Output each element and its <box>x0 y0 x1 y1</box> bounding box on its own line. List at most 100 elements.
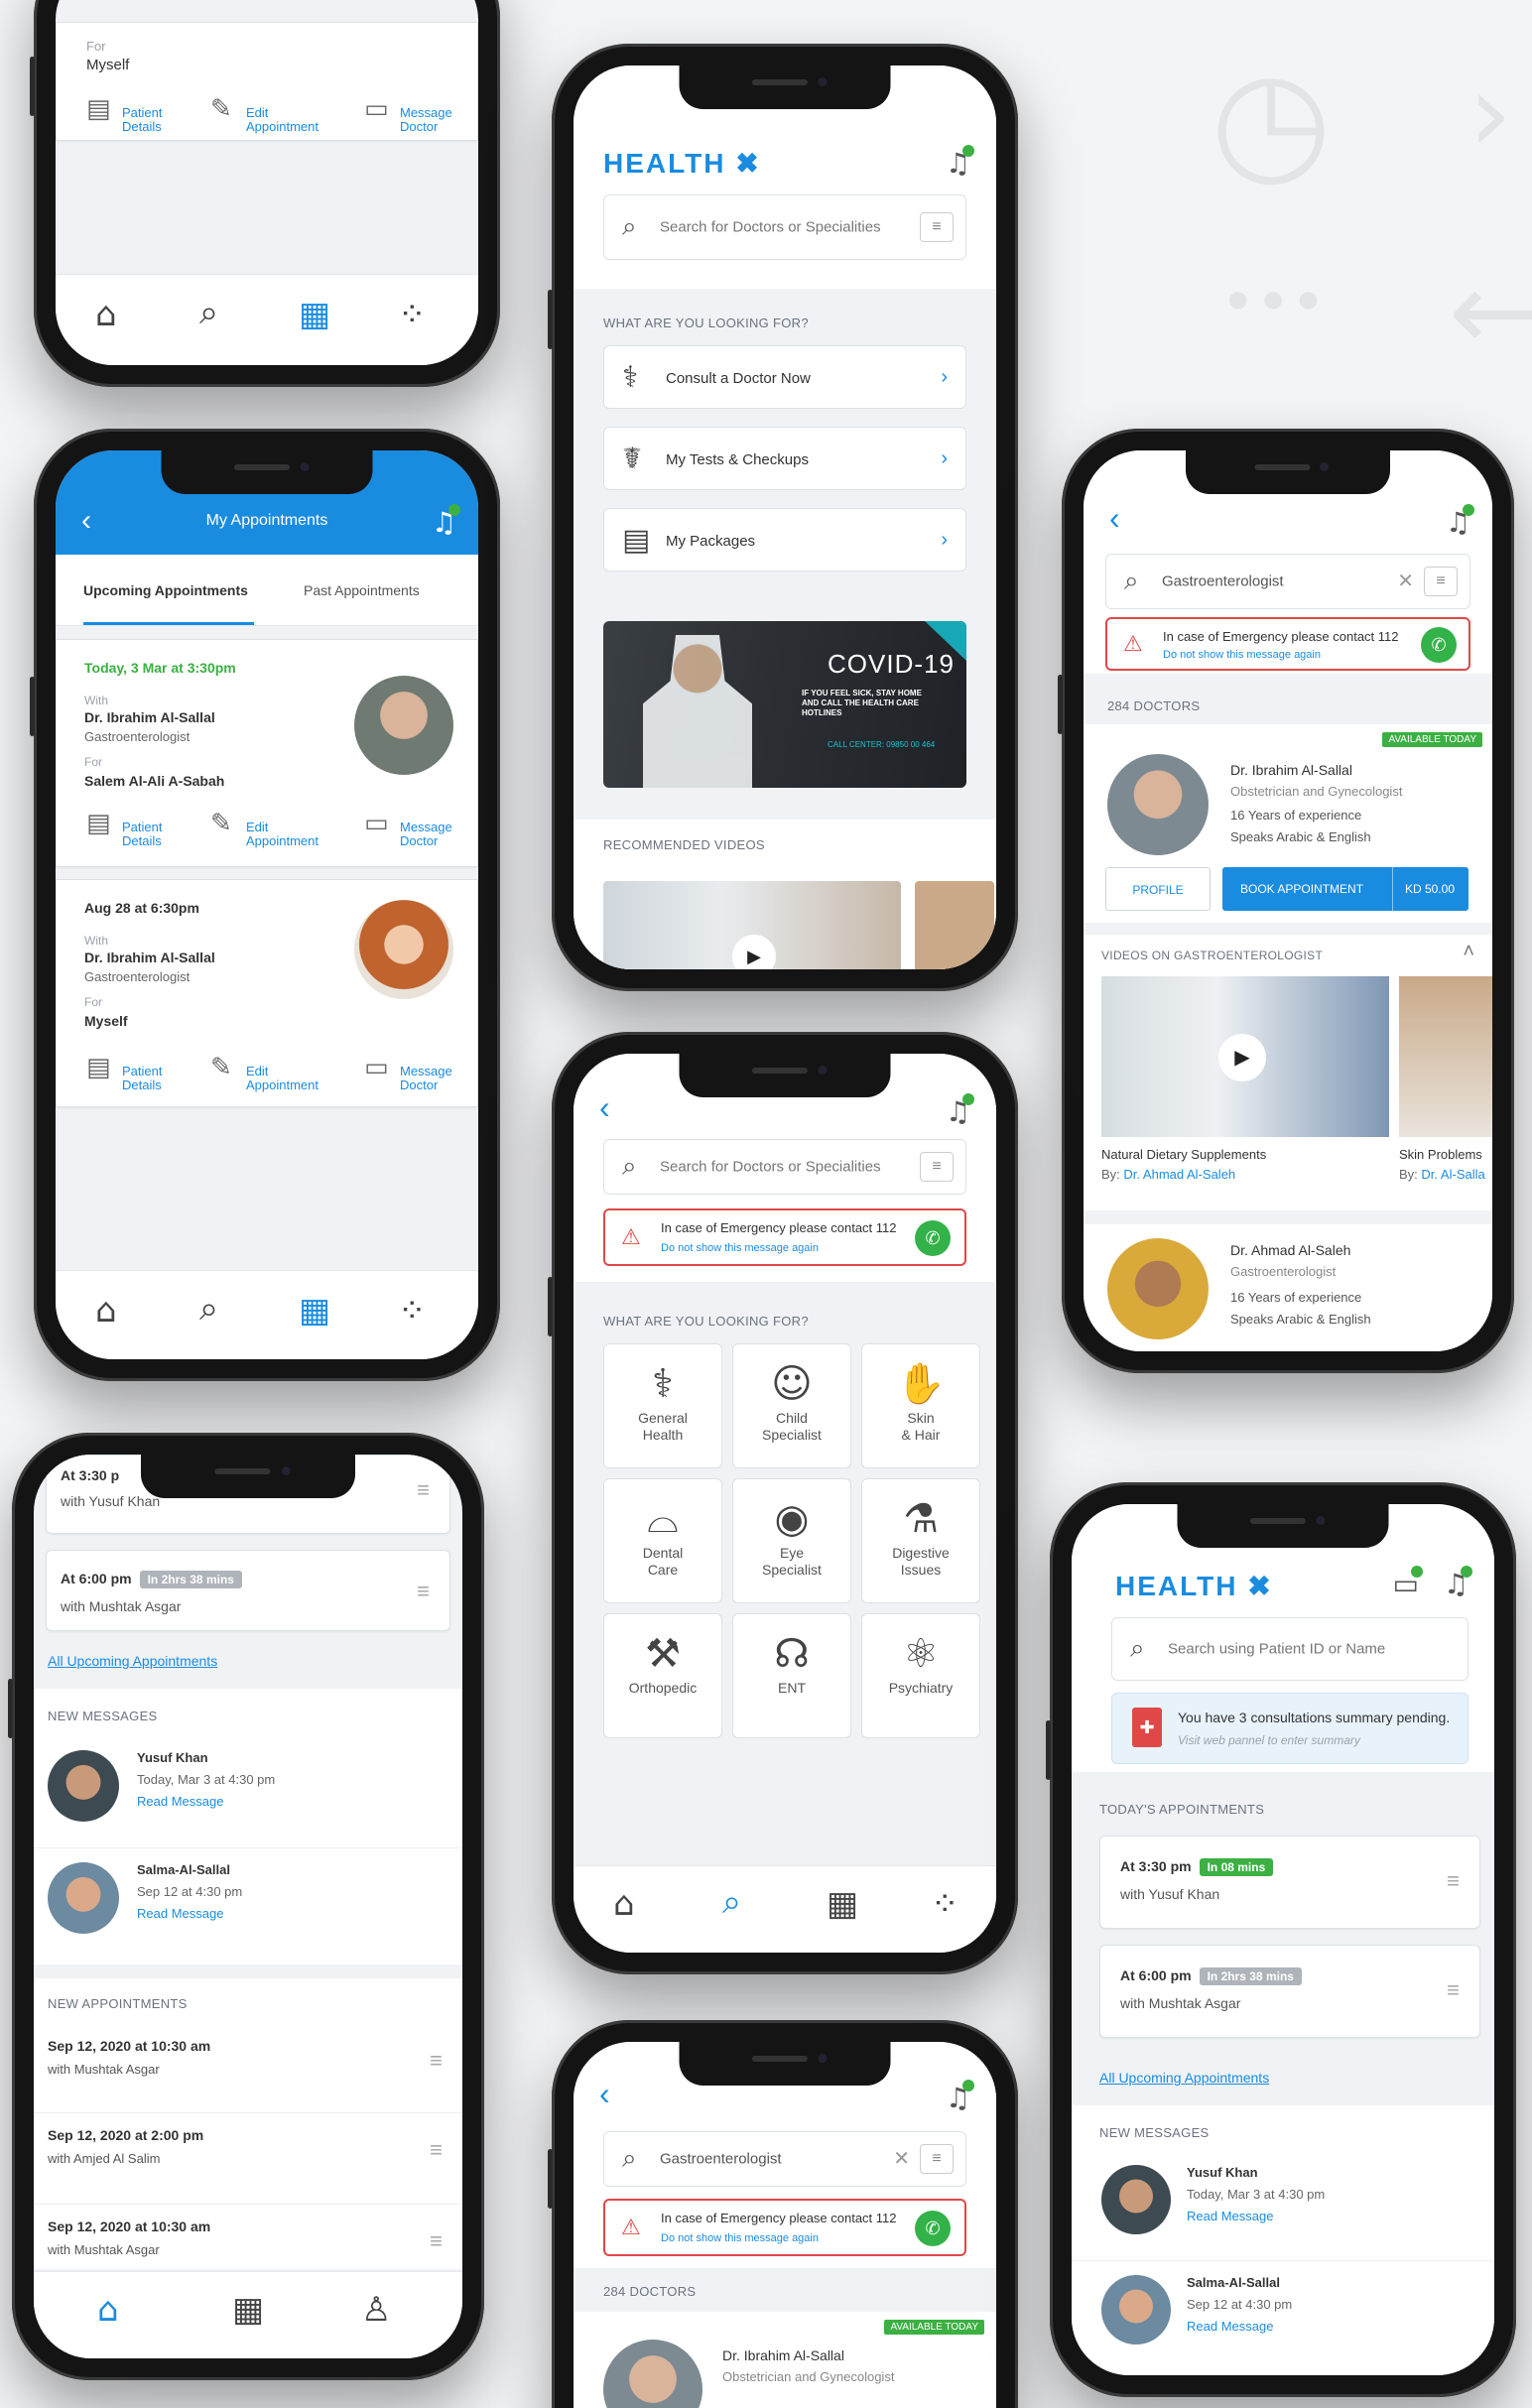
message-item[interactable]: Salma-Al-Sallal Sep 12 at 4:30 pm Read M… <box>34 1847 462 1947</box>
home-icon[interactable]: ⌂ <box>95 295 117 334</box>
more-icon[interactable]: ⁘ <box>398 1291 427 1331</box>
tile-orthopedic[interactable]: ⚒ Orthopedic <box>603 1613 722 1738</box>
drag-handle-icon[interactable]: ≡ <box>1447 1868 1460 1894</box>
tile-skin-hair[interactable]: ✋ Skin & Hair <box>861 1343 980 1468</box>
drag-handle-icon[interactable]: ≡ <box>417 1579 430 1604</box>
read-message-link[interactable]: Read Message <box>1187 2209 1273 2223</box>
search-bar[interactable]: ⌕ Gastroenterologist ✕ ≡ <box>1105 554 1470 609</box>
all-upcoming-link[interactable]: All Upcoming Appointments <box>1099 2070 1269 2086</box>
tile-eye-specialist[interactable]: ◉ Eye Specialist <box>732 1478 851 1603</box>
bell-icon[interactable]: ♫ <box>946 145 974 180</box>
new-appointment-item[interactable]: Sep 12, 2020 at 10:30 am with Mushtak As… <box>34 2026 462 2113</box>
pending-summary-banner[interactable]: ✚ You have 3 consultations summary pendi… <box>1111 1693 1468 1764</box>
search-bar[interactable]: ⌕ Search using Patient ID or Name <box>1111 1617 1468 1681</box>
calendar-icon[interactable]: ▦ <box>827 1884 858 1924</box>
play-icon[interactable]: ▶ <box>1218 1034 1266 1081</box>
call-button[interactable]: ✆ <box>915 1220 951 1256</box>
message-item[interactable]: Salma-Al-Sallal Sep 12 at 4:30 pm Read M… <box>1072 2260 1494 2359</box>
read-message-link[interactable]: Read Message <box>1187 2319 1273 2334</box>
appointment-item[interactable]: At 6:00 pm In 2hrs 38 mins with Mushtak A… <box>1099 1945 1480 2038</box>
calendar-icon[interactable]: ▦ <box>299 295 330 334</box>
back-icon[interactable]: ‹ <box>599 1089 610 1126</box>
search-input[interactable]: Search for Doctors or Specialities <box>660 1159 881 1176</box>
profile-button[interactable]: PROFILE <box>1105 867 1211 911</box>
search-input[interactable]: Search for Doctors or Specialities <box>660 219 881 236</box>
more-icon[interactable]: ⁘ <box>398 295 427 334</box>
drag-handle-icon[interactable]: ≡ <box>417 1477 430 1503</box>
calendar-icon[interactable]: ▦ <box>299 1291 330 1331</box>
appointment-item[interactable]: At 3:30 pm In 08 mins with Yusuf Khan ≡ <box>1099 1836 1480 1929</box>
home-icon[interactable]: ⌂ <box>95 1291 117 1331</box>
bell-icon[interactable]: ♫ <box>946 1093 974 1128</box>
home-icon[interactable]: ⌂ <box>613 1884 635 1924</box>
filter-icon[interactable]: ≡ <box>1424 567 1458 596</box>
video-title: Skin Problems <box>1399 1147 1482 1162</box>
call-button[interactable]: ✆ <box>1421 627 1457 663</box>
chat-notification-icon[interactable]: ▭ <box>1393 1566 1423 1600</box>
tile-digestive-issues[interactable]: ⚗ Digestive Issues <box>861 1478 980 1603</box>
filter-icon[interactable]: ≡ <box>920 2144 954 2174</box>
bell-icon[interactable]: ♫ <box>1444 1566 1472 1600</box>
tab-upcoming[interactable]: Upcoming Appointments <box>83 582 248 598</box>
tile-psychiatry[interactable]: ⚛ Psychiatry <box>861 1613 980 1738</box>
video-thumbnail[interactable]: ▶ <box>603 881 901 969</box>
bell-icon[interactable]: ♫ <box>432 504 460 539</box>
hide-message-link[interactable]: Do not show this message again <box>661 2232 819 2244</box>
all-upcoming-link[interactable]: All Upcoming Appointments <box>48 1653 217 1669</box>
doctor-card[interactable]: Dr. Ahmad Al-Saleh Gastroenterologist 16… <box>1084 1224 1492 1351</box>
doctor-card[interactable]: AVAILABLE TODAY Dr. Ibrahim Al-Sallal Ob… <box>574 2312 996 2408</box>
doctor-card[interactable]: AVAILABLE TODAY Dr. Ibrahim Al-Sallal Ob… <box>1084 724 1492 923</box>
tile-ent[interactable]: ☊ ENT <box>732 1613 851 1738</box>
clear-icon[interactable]: ✕ <box>1397 569 1414 593</box>
drag-handle-icon[interactable]: ≡ <box>430 2137 443 2163</box>
bell-icon[interactable]: ♫ <box>1446 504 1474 539</box>
search-input[interactable]: Search using Patient ID or Name <box>1168 1641 1385 1658</box>
video-thumbnail[interactable] <box>915 881 994 969</box>
hide-message-link[interactable]: Do not show this message again <box>661 1242 819 1254</box>
tile-dental-care[interactable]: ⌓ Dental Care <box>603 1478 722 1603</box>
home-icon[interactable]: ⌂ <box>97 2290 119 2330</box>
clear-icon[interactable]: ✕ <box>893 2146 910 2171</box>
search-bar[interactable]: ⌕ Search for Doctors or Specialities ≡ <box>603 1139 966 1195</box>
appointment-item[interactable]: At 6:00 pm In 2hrs 38 mins with Mushtak A… <box>46 1550 450 1631</box>
tests-checkups-item[interactable]: ☤ My Tests & Checkups › <box>603 427 966 490</box>
search-icon[interactable]: ⌕ <box>199 293 218 332</box>
new-appointment-item[interactable]: Sep 12, 2020 at 2:00 pm with Amjed Al Sa… <box>34 2115 462 2205</box>
filter-icon[interactable]: ≡ <box>920 1152 954 1182</box>
search-input[interactable]: Gastroenterologist <box>660 2151 782 2168</box>
more-icon[interactable]: ⁘ <box>931 1884 959 1924</box>
notch <box>141 1455 355 1498</box>
video-thumbnail[interactable] <box>1399 976 1492 1137</box>
drag-handle-icon[interactable]: ≡ <box>1447 1977 1460 2003</box>
search-input[interactable]: Gastroenterologist <box>1162 573 1284 590</box>
message-item[interactable]: Yusuf Khan Today, Mar 3 at 4:30 pm Read … <box>34 1744 462 1843</box>
tile-label: Eye Specialist <box>762 1545 822 1578</box>
calendar-icon[interactable]: ▦ <box>232 2290 264 2330</box>
read-message-link[interactable]: Read Message <box>137 1906 223 1921</box>
collapse-icon[interactable]: ˄ <box>1463 941 1474 963</box>
tab-past[interactable]: Past Appointments <box>304 582 420 598</box>
drag-handle-icon[interactable]: ≡ <box>430 2048 443 2074</box>
search-bar[interactable]: ⌕ Search for Doctors or Specialities ≡ <box>603 194 966 260</box>
play-icon[interactable]: ▶ <box>732 935 776 969</box>
covid-banner[interactable]: COVID-19 IF YOU FEEL SICK, STAY HOME AND… <box>603 621 966 788</box>
profile-icon[interactable]: ♙ <box>361 2290 391 2330</box>
video-thumbnail[interactable]: ▶ <box>1101 976 1389 1137</box>
back-icon[interactable]: ‹ <box>1109 500 1120 537</box>
back-icon[interactable]: ‹ <box>599 2076 610 2112</box>
tile-child-specialist[interactable]: ☺ Child Specialist <box>732 1343 851 1468</box>
search-bar[interactable]: ⌕ Gastroenterologist ✕ ≡ <box>603 2131 966 2187</box>
tile-general-health[interactable]: ⚕ General Health <box>603 1343 722 1468</box>
book-appointment-button[interactable]: BOOK APPOINTMENT KD 50.00 <box>1222 867 1468 911</box>
filter-icon[interactable]: ≡ <box>920 212 954 242</box>
search-icon[interactable]: ⌕ <box>199 1289 218 1329</box>
call-button[interactable]: ✆ <box>915 2211 951 2246</box>
consult-doctor-item[interactable]: ⚕ Consult a Doctor Now › <box>603 345 966 409</box>
search-icon[interactable]: ⌕ <box>722 1882 741 1922</box>
packages-item[interactable]: ▤ My Packages › <box>603 508 966 571</box>
read-message-link[interactable]: Read Message <box>137 1794 223 1809</box>
message-item[interactable]: Yusuf Khan Today, Mar 3 at 4:30 pm Read … <box>1072 2159 1494 2258</box>
drag-handle-icon[interactable]: ≡ <box>430 2228 443 2254</box>
hide-message-link[interactable]: Do not show this message again <box>1163 649 1321 661</box>
bell-icon[interactable]: ♫ <box>946 2080 974 2114</box>
